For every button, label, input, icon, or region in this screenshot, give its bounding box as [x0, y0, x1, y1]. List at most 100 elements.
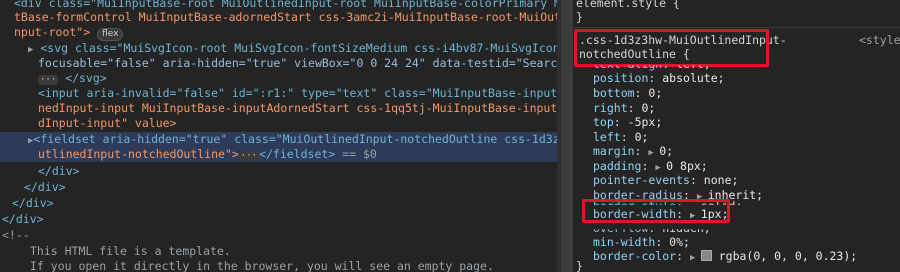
ellipsis-badge[interactable]: ···: [38, 75, 59, 85]
css-colon: :: [634, 86, 649, 100]
style-source-text: <style>: [859, 33, 900, 47]
css-value[interactable]: 0;: [659, 144, 673, 158]
css-property: margin: [593, 144, 635, 158]
css-declaration[interactable]: left: 0;: [593, 130, 648, 145]
selector-highlight-box: [574, 29, 769, 67]
css-value[interactable]: absolute;: [662, 71, 724, 85]
elements-panel[interactable]: <div class="MuiInputBase-root MuiOutline…: [0, 0, 561, 272]
div-close-tag: </div>: [12, 196, 54, 210]
dom-line[interactable]: focusable="false" aria-hidden="true" vie…: [38, 56, 561, 71]
css-colon: :: [689, 173, 704, 187]
flex-badge[interactable]: flex: [97, 28, 124, 41]
dom-line[interactable]: If you open it directly in the browser, …: [30, 259, 494, 272]
dom-line-input[interactable]: <input aria-invalid="false" id=":r1:" ty…: [38, 86, 561, 101]
css-value[interactable]: 0;: [648, 86, 662, 100]
rule-divider: [573, 27, 900, 28]
css-value[interactable]: none;: [704, 173, 739, 187]
brace-close: }: [576, 259, 583, 272]
css-value[interactable]: -5px;: [628, 115, 663, 129]
dom-line-fieldset[interactable]: ▶<fieldset aria-hidden="true" class="Mui…: [28, 132, 561, 147]
input-class-value: dInput-input" value>: [38, 116, 177, 130]
dom-line[interactable]: <!--: [2, 228, 30, 243]
css-declaration[interactable]: border-color: ▶ rgba(0, 0, 0, 0.23);: [593, 249, 857, 264]
div-close-tag: </div>: [24, 180, 66, 194]
css-colon: :: [613, 115, 628, 129]
dom-line[interactable]: tBase-formControl MuiInputBase-adornedSt…: [14, 10, 561, 25]
svg-attrs: focusable="false" aria-hidden="true" vie…: [38, 56, 561, 70]
div-tag-line: <div class="MuiInputBase-root MuiOutline…: [14, 0, 561, 10]
expand-arrow-icon[interactable]: ▶: [655, 163, 666, 173]
css-property: top: [593, 115, 614, 129]
css-declaration[interactable]: pointer-events: none;: [593, 173, 738, 188]
fieldset-close-tag: </fieldset>: [259, 147, 336, 161]
dom-line[interactable]: </div>: [24, 180, 66, 195]
fieldset-class-value: utlinedInput-notchedOutline">: [38, 147, 239, 161]
class-value-line: nput-root">: [14, 25, 91, 39]
css-property: overflow: [593, 221, 649, 235]
expand-arrow-icon[interactable]: ▶: [690, 253, 701, 263]
css-value[interactable]: 0;: [635, 130, 649, 144]
dom-line[interactable]: This HTML file is a template.: [30, 244, 231, 259]
element-style-text: element.style {: [576, 0, 680, 10]
css-declaration[interactable]: padding: ▶ 0 8px;: [593, 159, 708, 174]
css-property: border-color: [593, 249, 677, 263]
css-colon: :: [648, 71, 663, 85]
css-property: padding: [593, 159, 642, 173]
dom-line-svg[interactable]: ▶ <svg class="MuiSvgIcon-root MuiSvgIcon…: [28, 41, 561, 56]
css-declaration[interactable]: top: -5px;: [593, 115, 662, 130]
styles-panel[interactable]: element.style { } .css-1d3z3hw-MuiOutlin…: [573, 0, 900, 272]
svg-close-tag: </svg>: [65, 71, 107, 85]
dom-line[interactable]: </div>: [38, 164, 80, 179]
css-declaration[interactable]: margin: ▶ 0;: [593, 144, 673, 159]
element-style-header: element.style {: [576, 0, 680, 11]
css-property: bottom: [593, 86, 635, 100]
css-colon: :: [648, 221, 663, 235]
style-source-link[interactable]: <style>: [859, 33, 900, 48]
css-declaration[interactable]: min-width: 0%;: [593, 235, 690, 250]
css-colon: :: [676, 249, 690, 263]
selected-marker: == $0: [335, 147, 377, 161]
css-colon: :: [634, 144, 649, 158]
css-property: left: [593, 130, 621, 144]
css-property: pointer-events: [593, 173, 690, 187]
css-value[interactable]: rgba(0, 0, 0, 0.23);: [719, 249, 857, 263]
dom-line[interactable]: dInput-input" value>: [38, 116, 176, 131]
dom-line[interactable]: </div>: [2, 212, 44, 227]
css-value[interactable]: hidden;: [662, 229, 710, 235]
dom-line[interactable]: nedInput-input MuiInputBase-inputAdorned…: [38, 101, 561, 116]
svg-tag: <svg class="MuiSvgIcon-root MuiSvgIcon-f…: [40, 41, 561, 55]
ellipsis-badge[interactable]: ···: [238, 151, 260, 161]
div-close-tag: </div>: [2, 212, 44, 226]
css-declaration[interactable]: right: 0;: [593, 101, 655, 116]
comment-text: If you open it directly in the browser, …: [30, 259, 494, 272]
css-declaration[interactable]: position: absolute;: [593, 71, 725, 86]
comment-text: This HTML file is a template.: [30, 244, 231, 258]
css-colon: :: [627, 101, 642, 115]
border-width-highlight-box: [582, 199, 730, 223]
css-property: min-width: [593, 235, 656, 249]
css-value[interactable]: 0%;: [669, 235, 690, 249]
fieldset-tag: <fieldset aria-hidden="true" class="MuiO…: [33, 132, 561, 146]
brace-close-text: }: [576, 10, 583, 24]
class-value-line: tBase-formControl MuiInputBase-adornedSt…: [14, 10, 561, 24]
expand-arrow-icon[interactable]: ▶: [648, 148, 659, 158]
css-declaration[interactable]: bottom: 0;: [593, 86, 662, 101]
expand-arrow-icon[interactable]: ▶: [28, 45, 33, 55]
dom-line[interactable]: ··· </svg>: [38, 71, 107, 86]
dom-line[interactable]: </div>: [12, 196, 54, 211]
input-class-value: nedInput-input MuiInputBase-inputAdorned…: [38, 101, 561, 115]
color-swatch-icon[interactable]: [700, 250, 712, 261]
panel-splitter[interactable]: [561, 0, 573, 272]
dom-line[interactable]: nput-root"> flex: [14, 25, 124, 41]
css-value[interactable]: 0 8px;: [666, 159, 708, 173]
brace-close-text: }: [576, 259, 583, 272]
css-declaration[interactable]: overflow: hidden;: [593, 221, 711, 236]
comment-open: <!--: [2, 228, 30, 242]
input-tag: <input aria-invalid="false" id=":r1:" ty…: [38, 86, 558, 100]
css-colon: :: [620, 130, 635, 144]
css-value[interactable]: 0;: [641, 101, 655, 115]
brace-close: }: [576, 10, 583, 25]
dom-line[interactable]: utlinedInput-notchedOutline"> ··· </fields…: [38, 147, 377, 162]
div-close-tag: </div>: [38, 164, 80, 178]
css-property: right: [593, 101, 628, 115]
